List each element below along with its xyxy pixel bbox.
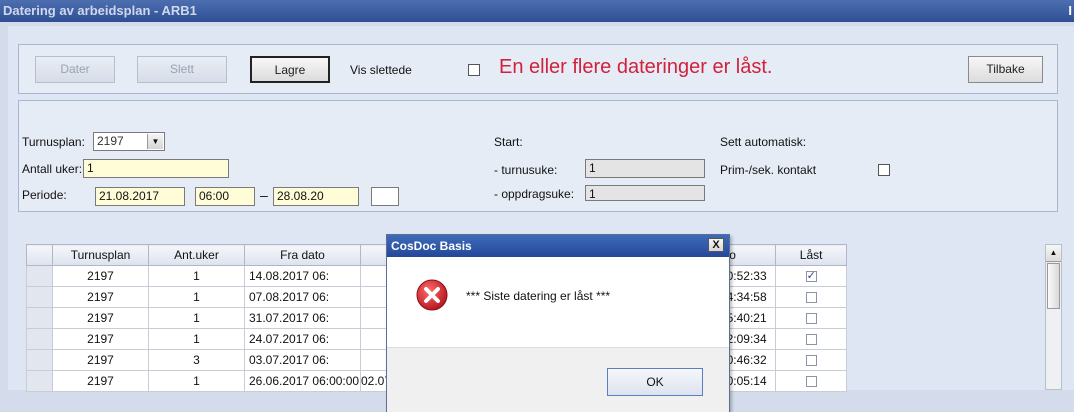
error-icon (416, 279, 448, 311)
dialog-title: CosDoc Basis (391, 239, 472, 253)
cell-fra-dato: 03.07.2017 06: (244, 349, 361, 371)
cell-laast (775, 328, 848, 350)
antall-uker-field[interactable]: 1 (83, 159, 229, 178)
cell-laast (775, 370, 848, 392)
cell-turnusplan: 2197 (52, 286, 149, 308)
slett-button[interactable]: Slett (137, 56, 227, 83)
column-header-antuker[interactable]: Ant.uker (148, 244, 245, 266)
cell-turnusplan: 2197 (52, 307, 149, 329)
start-label: Start: (494, 135, 523, 149)
row-selector[interactable] (26, 370, 53, 392)
window-titlebar: Datering av arbeidsplan - ARB1 I (0, 0, 1074, 22)
antall-uker-label: Antall uker: (22, 162, 83, 176)
cell-turnusplan: 2197 (52, 328, 149, 350)
cell-turnusplan: 2197 (52, 265, 149, 287)
periode-to-date[interactable]: 28.08.20 (273, 187, 359, 206)
laast-checkbox[interactable] (805, 292, 817, 304)
prim-sek-kontakt-checkbox[interactable] (878, 164, 890, 176)
lagre-button[interactable]: Lagre (250, 56, 330, 83)
cell-antuker: 1 (148, 328, 245, 350)
periode-dash: – (260, 187, 268, 203)
column-header-selector (26, 244, 53, 266)
tilbake-button[interactable]: Tilbake (968, 56, 1043, 83)
turnusuke-field[interactable]: 1 (585, 159, 705, 178)
error-dialog: CosDoc Basis X *** Siste datering er lås… (386, 234, 730, 412)
cell-fra-dato: 24.07.2017 06: (244, 328, 361, 350)
periode-to-time[interactable] (371, 187, 399, 206)
window-edge-glyph: I (1068, 3, 1072, 18)
locked-warning-text: En eller flere dateringer er låst. (499, 56, 773, 78)
form-panel: Turnusplan: 2197 ▼ Antall uker: 1 Period… (18, 100, 1058, 212)
sett-automatisk-label: Sett automatisk: (720, 135, 807, 149)
cell-turnusplan: 2197 (52, 370, 149, 392)
main-window: Dater Slett Lagre Vis slettede En eller … (8, 26, 1074, 412)
row-selector[interactable] (26, 265, 53, 287)
cell-turnusplan: 2197 (52, 349, 149, 371)
cell-laast (775, 265, 848, 287)
column-header-turnusplan[interactable]: Turnusplan (52, 244, 149, 266)
cell-antuker: 1 (148, 265, 245, 287)
cell-antuker: 1 (148, 286, 245, 308)
periode-label: Periode: (22, 188, 67, 202)
row-selector[interactable] (26, 286, 53, 308)
cell-fra-dato: 26.06.2017 06:00:00 (244, 370, 361, 392)
dater-button[interactable]: Dater (35, 56, 115, 83)
vis-slettede-label: Vis slettede (350, 63, 412, 77)
dialog-close-button[interactable]: X (708, 238, 724, 252)
row-selector[interactable] (26, 349, 53, 371)
window-title: Datering av arbeidsplan - ARB1 (3, 3, 197, 18)
table-scrollbar[interactable]: ▲ (1045, 244, 1062, 390)
oppdragsuke-label: - oppdragsuke: (494, 187, 575, 201)
laast-checkbox[interactable] (805, 355, 817, 367)
chevron-down-icon: ▼ (147, 134, 163, 149)
dialog-titlebar: CosDoc Basis X (387, 235, 729, 257)
vis-slettede-checkbox[interactable] (468, 64, 480, 76)
toolbar-panel: Dater Slett Lagre Vis slettede En eller … (18, 44, 1058, 94)
cell-antuker: 3 (148, 349, 245, 371)
row-selector[interactable] (26, 328, 53, 350)
oppdragsuke-field[interactable]: 1 (585, 185, 705, 201)
cell-antuker: 1 (148, 307, 245, 329)
cell-laast (775, 307, 848, 329)
cell-fra-dato: 07.08.2017 06: (244, 286, 361, 308)
column-header-fra-dato[interactable]: Fra dato (244, 244, 361, 266)
cell-antuker: 1 (148, 370, 245, 392)
dialog-message: *** Siste datering er låst *** (466, 289, 611, 303)
laast-checkbox[interactable] (805, 376, 817, 388)
ok-button[interactable]: OK (607, 368, 703, 396)
turnusplan-label: Turnusplan: (22, 135, 85, 149)
laast-checkbox[interactable] (805, 313, 817, 325)
laast-checkbox[interactable] (805, 334, 817, 346)
column-header-laast[interactable]: Låst (775, 244, 848, 266)
scroll-up-arrow-icon[interactable]: ▲ (1046, 245, 1061, 262)
cell-laast (775, 286, 848, 308)
laast-checkbox[interactable] (805, 269, 817, 283)
periode-from-time[interactable]: 06:00 (195, 187, 255, 206)
row-selector[interactable] (26, 307, 53, 329)
cell-fra-dato: 14.08.2017 06: (244, 265, 361, 287)
cell-fra-dato: 31.07.2017 06: (244, 307, 361, 329)
dialog-footer: OK (387, 347, 729, 412)
turnusplan-dropdown[interactable]: 2197 ▼ (93, 132, 165, 151)
scrollbar-thumb[interactable] (1047, 263, 1060, 309)
cell-laast (775, 349, 848, 371)
prim-sek-kontakt-label: Prim-/sek. kontakt (720, 163, 817, 177)
turnusuke-label: - turnusuke: (494, 163, 558, 177)
turnusplan-value: 2197 (97, 134, 124, 148)
periode-from-date[interactable]: 21.08.2017 (95, 187, 185, 206)
